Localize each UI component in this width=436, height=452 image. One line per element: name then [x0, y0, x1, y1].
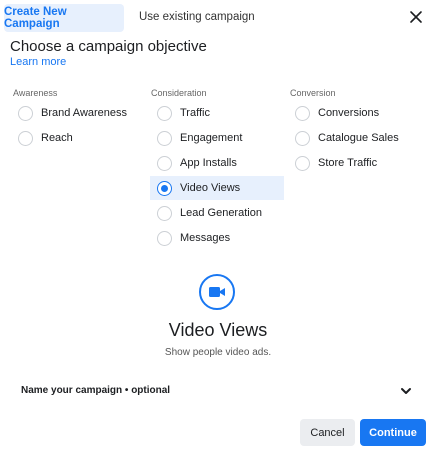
objective-messages[interactable]: Messages [150, 226, 284, 250]
radio-button[interactable] [157, 205, 172, 221]
radio-button[interactable] [18, 105, 33, 121]
option-label: Messages [180, 232, 231, 244]
radio-button[interactable] [295, 130, 310, 146]
column-title-consideration: Consideration [151, 88, 207, 98]
option-label: Store Traffic [318, 157, 378, 169]
option-label: Conversions [318, 107, 380, 119]
objective-engagement[interactable]: Engagement [150, 126, 284, 150]
tab-use-existing-campaign[interactable]: Use existing campaign [139, 11, 255, 23]
continue-button[interactable]: Continue [360, 419, 426, 446]
option-label: Catalogue Sales [318, 132, 399, 144]
cancel-button[interactable]: Cancel [300, 419, 355, 446]
column-title-awareness: Awareness [13, 88, 58, 98]
objective-catalogue-sales[interactable]: Catalogue Sales [288, 126, 428, 150]
option-label: Brand Awareness [41, 107, 128, 119]
radio-button[interactable] [157, 230, 172, 246]
video-camera-icon [199, 274, 235, 310]
radio-button[interactable] [295, 155, 310, 171]
option-label: Reach [41, 132, 73, 144]
option-label: App Installs [180, 157, 237, 169]
objective-reach[interactable]: Reach [11, 126, 141, 150]
radio-button[interactable] [157, 105, 172, 121]
tab-create-new-campaign[interactable]: Create New Campaign [4, 4, 124, 32]
learn-more-link[interactable]: Learn more [10, 56, 66, 68]
objective-conversions[interactable]: Conversions [288, 101, 428, 125]
objective-brand-awareness[interactable]: Brand Awareness [11, 101, 141, 125]
option-label: Lead Generation [180, 207, 262, 219]
close-icon[interactable] [408, 9, 424, 25]
chevron-down-icon[interactable] [399, 385, 413, 397]
page-title: Choose a campaign objective [10, 38, 207, 55]
name-campaign-toggle[interactable]: Name your campaign • optional [21, 385, 170, 396]
radio-button[interactable] [157, 130, 172, 146]
objective-video-views[interactable]: Video Views [150, 176, 284, 200]
objective-app-installs[interactable]: App Installs [150, 151, 284, 175]
radio-button[interactable] [18, 130, 33, 146]
radio-button[interactable] [295, 105, 310, 121]
selected-objective-title: Video Views [168, 320, 268, 340]
objective-store-traffic[interactable]: Store Traffic [288, 151, 428, 175]
objective-traffic[interactable]: Traffic [150, 101, 284, 125]
option-label: Video Views [180, 182, 241, 194]
radio-button[interactable] [157, 155, 172, 171]
column-title-conversion: Conversion [290, 88, 336, 98]
option-label: Traffic [180, 107, 210, 119]
radio-button-selected[interactable] [157, 180, 172, 196]
selected-objective-description: Show people video ads. [164, 347, 272, 358]
objective-lead-generation[interactable]: Lead Generation [150, 201, 284, 225]
option-label: Engagement [180, 132, 243, 144]
